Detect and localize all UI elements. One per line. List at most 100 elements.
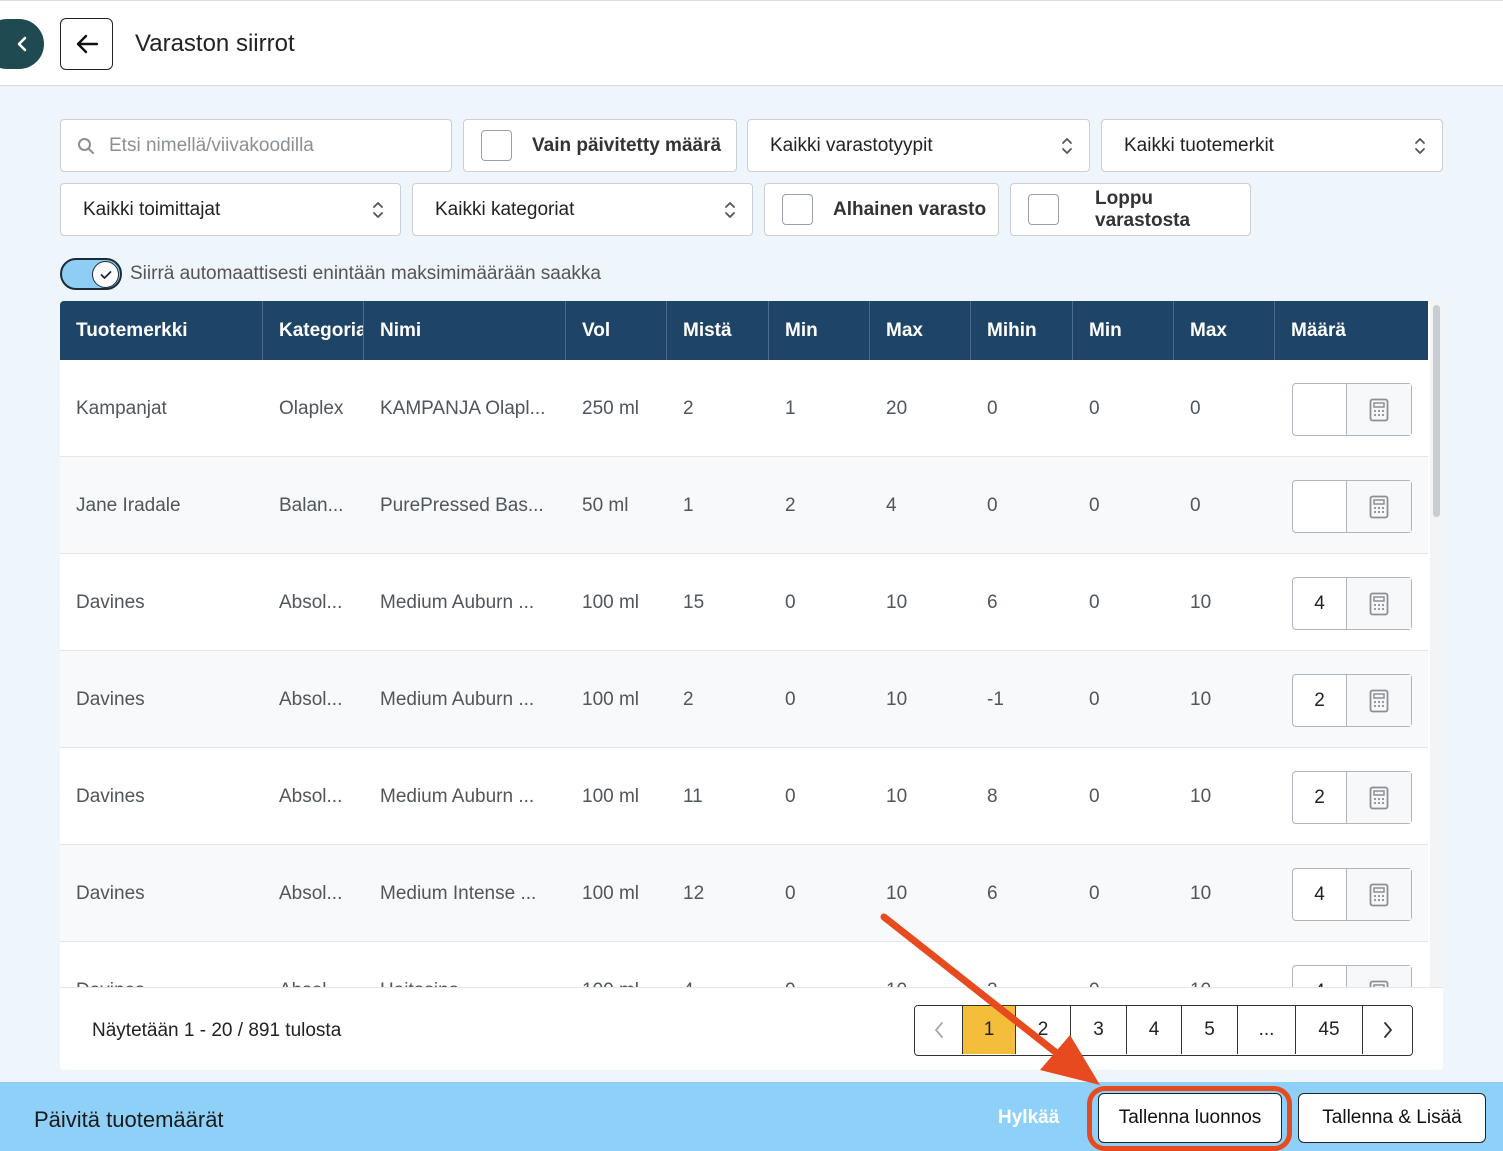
quantity-field[interactable] (1292, 480, 1412, 533)
scrollbar-thumb[interactable] (1433, 305, 1440, 517)
quantity-input[interactable]: 2 (1293, 675, 1347, 726)
calculator-icon (1369, 592, 1389, 615)
cell-category: Absol... (279, 592, 343, 613)
low-stock-filter[interactable]: Alhainen varasto (764, 183, 999, 236)
quantity-field[interactable]: 4 (1292, 868, 1412, 921)
pagination: 1 2 3 4 5 ... 45 (914, 1005, 1413, 1056)
out-of-stock-checkbox[interactable] (1028, 194, 1059, 225)
brand-select[interactable]: Kaikki tuotemerkit (1101, 119, 1443, 172)
quantity-input[interactable]: 4 (1293, 578, 1347, 629)
chevron-left-icon (934, 1022, 943, 1038)
quantity-input[interactable]: 2 (1293, 772, 1347, 823)
cell-from-max: 10 (886, 883, 908, 904)
cell-from-min: 0 (785, 592, 796, 613)
calculator-button[interactable] (1347, 675, 1411, 726)
back-button[interactable] (60, 18, 113, 70)
discard-button[interactable]: Hylkää (998, 1107, 1059, 1129)
cell-brand: Davines (76, 883, 145, 904)
select-arrows-icon (1062, 138, 1072, 154)
column-header[interactable]: Min (769, 301, 870, 360)
category-select[interactable]: Kaikki kategoriat (412, 183, 753, 236)
next-page-button[interactable] (1363, 1006, 1412, 1054)
quantity-input[interactable]: 4 (1293, 966, 1347, 987)
quantity-field[interactable] (1292, 383, 1412, 436)
calculator-button[interactable] (1347, 578, 1411, 629)
low-stock-checkbox[interactable] (782, 194, 813, 225)
only-updated-filter[interactable]: Vain päivitetty määrä (463, 119, 737, 172)
table-row: Davines Absol... Medium Auburn ... 100 ml 11… (60, 748, 1428, 845)
calculator-button[interactable] (1347, 869, 1411, 920)
out-of-stock-filter[interactable]: Loppu varastosta (1010, 183, 1251, 236)
only-updated-checkbox[interactable] (481, 130, 512, 161)
quantity-field[interactable]: 4 (1292, 577, 1412, 630)
supplier-value: Kaikki toimittajat (83, 198, 221, 220)
arrow-left-icon (76, 34, 98, 54)
table-row: Davines Absol... Medium Intense ... 100 ml 1… (60, 845, 1428, 942)
calculator-button[interactable] (1347, 481, 1411, 532)
quantity-input[interactable]: 4 (1293, 869, 1347, 920)
quantity-input[interactable] (1293, 481, 1347, 532)
calculator-button[interactable] (1347, 384, 1411, 435)
page-button[interactable]: 1 (963, 1006, 1016, 1054)
cell-name: Medium Auburn ... (380, 786, 535, 807)
calculator-button[interactable] (1347, 966, 1411, 987)
cell-to-min: 0 (1089, 398, 1100, 419)
results-summary: Näytetään 1 - 20 / 891 tulosta (92, 1020, 342, 1041)
select-arrows-icon (1415, 138, 1425, 154)
column-header[interactable]: Tuotemerkki (60, 301, 263, 360)
cell-brand: Jane Iradale (76, 495, 181, 516)
cell-name: Medium Intense ... (380, 883, 537, 904)
cell-from-min: 0 (785, 786, 796, 807)
save-and-add-button[interactable]: Tallenna & Lisää (1298, 1093, 1486, 1143)
column-header[interactable]: Vol (566, 301, 667, 360)
warehouse-type-select[interactable]: Kaikki varastotyypit (747, 119, 1090, 172)
calculator-icon (1369, 495, 1389, 518)
cell-from: 4 (667, 942, 769, 987)
calculator-icon (1369, 689, 1389, 712)
page-title: Varaston siirrot (135, 30, 295, 57)
quantity-field[interactable]: 2 (1292, 771, 1412, 824)
table-row: Kampanjat Olaplex KAMPANJA Olapl... 250 ml 2… (60, 360, 1428, 457)
column-header[interactable]: Max (1174, 301, 1275, 360)
column-header[interactable]: Max (870, 301, 971, 360)
quantity-field[interactable]: 2 (1292, 674, 1412, 727)
cell-from: 15 (683, 592, 705, 613)
page-button[interactable]: 3 (1071, 1006, 1127, 1054)
category-value: Kaikki kategoriat (435, 198, 575, 220)
cell-vol: 50 ml (582, 495, 629, 516)
calculator-button[interactable] (1347, 772, 1411, 823)
supplier-select[interactable]: Kaikki toimittajat (60, 183, 401, 236)
top-bar: Varaston siirrot (0, 0, 1503, 86)
chevron-right-icon (1383, 1022, 1392, 1038)
page-button[interactable]: 45 (1296, 1006, 1363, 1054)
column-header[interactable]: Määrä (1275, 301, 1428, 360)
page-button[interactable]: 2 (1016, 1006, 1071, 1054)
column-header[interactable]: Nimi (364, 301, 566, 360)
cell-name: Haitasina (364, 942, 566, 987)
column-header[interactable]: Kategoria (263, 301, 364, 360)
cell-name: KAMPANJA Olapl... (380, 398, 546, 419)
page-ellipsis: ... (1238, 1006, 1296, 1054)
out-of-stock-label: Loppu varastosta (1095, 187, 1191, 231)
warehouse-type-value: Kaikki varastotyypit (770, 134, 933, 156)
cell-from-max: 10 (886, 689, 908, 710)
search-icon (78, 137, 94, 154)
auto-transfer-toggle[interactable] (60, 258, 122, 290)
page-button[interactable]: 5 (1182, 1006, 1238, 1054)
page-button[interactable]: 4 (1127, 1006, 1182, 1054)
prev-page-button[interactable] (915, 1006, 963, 1054)
cell-from-max: 4 (886, 495, 897, 516)
cell-from: 2 (683, 398, 694, 419)
quantity-input[interactable] (1293, 384, 1347, 435)
search-field[interactable] (60, 119, 452, 172)
column-header[interactable]: Mistä (667, 301, 769, 360)
search-input[interactable] (109, 134, 429, 157)
column-header[interactable]: Mihin (971, 301, 1073, 360)
sidebar-collapse-button[interactable] (0, 19, 44, 69)
save-draft-button[interactable]: Tallenna luonnos (1098, 1093, 1282, 1143)
column-header[interactable]: Min (1073, 301, 1174, 360)
cell-vol: 100 ml (582, 786, 640, 807)
cell-to-max: 10 (1174, 942, 1275, 987)
table-scrollbar[interactable] (1430, 301, 1443, 987)
quantity-field[interactable]: 4 (1292, 965, 1412, 987)
